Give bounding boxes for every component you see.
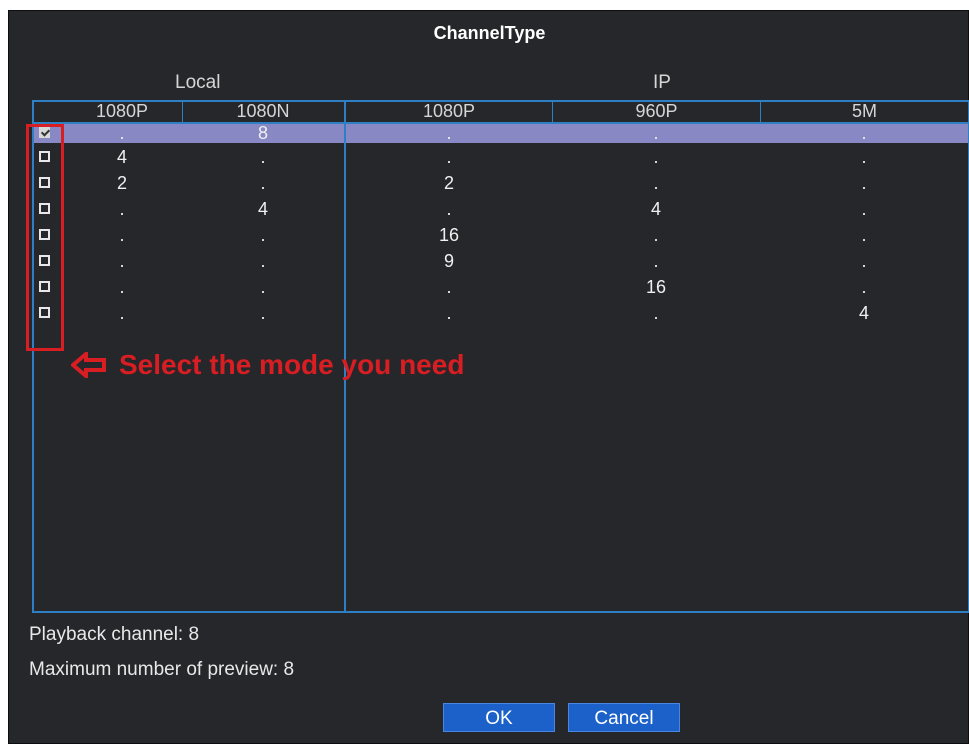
table-cell: . — [653, 303, 659, 323]
table-cell: . — [861, 173, 867, 193]
table-cell: . — [119, 199, 125, 219]
table-cell: . — [119, 225, 125, 245]
table-cell: 16 — [438, 225, 460, 245]
table-cell: . — [260, 251, 266, 271]
table-cell: 4 — [858, 303, 869, 323]
annotation-highlight-box — [26, 124, 64, 351]
annotation-text: Select the mode you need — [119, 349, 465, 380]
table-cell: . — [653, 173, 659, 193]
table-cell: . — [861, 277, 867, 297]
table-cell: 16 — [645, 277, 667, 297]
annotation-hint: Select the mode you need — [71, 349, 464, 381]
table-cell: . — [653, 123, 659, 143]
table-cell: . — [653, 225, 659, 245]
table-cell: . — [446, 123, 452, 143]
table-cell: . — [260, 173, 266, 193]
table-cell: . — [861, 147, 867, 167]
table-cell: . — [119, 123, 125, 143]
group-label-local: Local — [175, 72, 221, 93]
table-cell: 2 — [443, 173, 454, 193]
table-cell: 4 — [650, 199, 661, 219]
table-cell: . — [446, 277, 452, 297]
table-cell: 4 — [257, 199, 268, 219]
table-cell: . — [861, 123, 867, 143]
group-label-ip: IP — [653, 72, 671, 93]
table-cell: . — [260, 225, 266, 245]
table-cell: . — [260, 277, 266, 297]
table-cell: . — [260, 303, 266, 323]
table-cell: . — [119, 251, 125, 271]
dialog-title: ChannelType — [433, 23, 546, 43]
table-cell: 2 — [116, 173, 127, 193]
column-header-local-1080n: 1080N — [236, 101, 290, 121]
table-cell: . — [861, 199, 867, 219]
column-header-ip-1080p: 1080P — [422, 101, 476, 121]
table-cell: 8 — [257, 123, 268, 143]
table-cell: . — [119, 277, 125, 297]
table-cell: 9 — [443, 251, 454, 271]
ok-button[interactable]: OK — [443, 703, 555, 732]
cancel-button[interactable]: Cancel — [568, 703, 680, 732]
table-cell: . — [861, 251, 867, 271]
table-cell: . — [446, 303, 452, 323]
table-cell: . — [446, 147, 452, 167]
playback-channel-text: Playback channel: 8 — [29, 624, 200, 645]
column-header-ip-5m: 5M — [851, 101, 877, 121]
max-preview-text: Maximum number of preview: 8 — [29, 659, 295, 680]
table-cell: . — [653, 147, 659, 167]
column-header-local-1080p: 1080P — [95, 101, 149, 121]
column-header-ip-960p: 960P — [635, 101, 678, 121]
table-cell: 4 — [116, 147, 127, 167]
table-cell: . — [446, 199, 452, 219]
left-arrow-icon — [71, 352, 106, 378]
channel-type-dialog: ChannelType Local IP 1080P 1080N 1080P 9… — [8, 10, 969, 744]
table-cell: . — [260, 147, 266, 167]
table-cell: . — [861, 225, 867, 245]
table-cell: . — [119, 303, 125, 323]
table-cell: . — [653, 251, 659, 271]
